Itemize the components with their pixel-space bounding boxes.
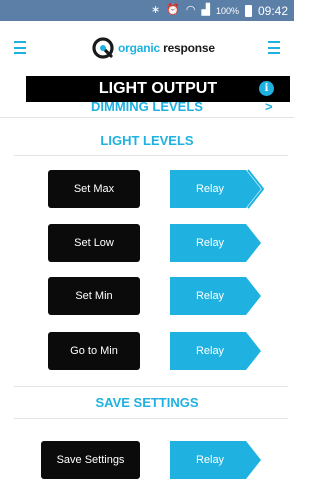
section-dimming-levels-label: DIMMING LEVELS (91, 102, 203, 114)
app-header: organic response (0, 21, 294, 76)
relay-button[interactable]: Relay (170, 439, 264, 481)
battery-percent: 100% (215, 5, 239, 16)
divider (14, 418, 288, 419)
set-max-button[interactable]: Set Max (48, 170, 140, 208)
info-icon[interactable]: i (259, 81, 274, 96)
logo-text-prefix: organic (118, 41, 160, 55)
signal-icon: ▟ (201, 4, 210, 16)
alarm-icon: ⏰ (166, 4, 180, 16)
light-level-row: Go to Min Relay (0, 332, 294, 372)
section-save-settings[interactable]: SAVE SETTINGS (0, 393, 294, 413)
menu-icon-right[interactable] (268, 41, 280, 54)
chevron-right-icon: > (265, 102, 273, 114)
relay-label: Relay (195, 454, 225, 466)
status-bar: ∗ ⏰ ◠ ▟ 100% 09:42 (0, 0, 294, 21)
battery-icon (244, 4, 252, 17)
save-settings-row: Save Settings Relay (0, 441, 294, 481)
section-light-levels[interactable]: LIGHT LEVELS (0, 131, 294, 151)
status-time: 09:42 (257, 3, 288, 18)
set-min-button[interactable]: Set Min (48, 277, 140, 315)
relay-label: Relay (195, 290, 225, 302)
brand-logo: organic response (92, 37, 215, 59)
divider (14, 155, 288, 156)
relay-button[interactable]: Relay (170, 222, 264, 264)
section-dimming-levels[interactable]: DIMMING LEVELS > (0, 102, 294, 118)
relay-label: Relay (195, 183, 225, 195)
go-to-min-button[interactable]: Go to Min (48, 332, 140, 370)
divider (14, 386, 288, 387)
logo-text-suffix: response (163, 41, 215, 55)
relay-button[interactable]: Relay (170, 275, 264, 317)
relay-label: Relay (195, 237, 225, 249)
page-title: LIGHT OUTPUT (26, 76, 290, 102)
relay-button[interactable]: Relay (170, 168, 264, 210)
save-settings-button[interactable]: Save Settings (41, 441, 140, 479)
light-level-row: Set Low Relay (0, 224, 294, 264)
logo-mark-icon (92, 37, 114, 59)
light-level-row: Set Max Relay (0, 168, 294, 210)
relay-label: Relay (195, 345, 225, 357)
bluetooth-icon: ∗ (150, 4, 161, 16)
set-low-button[interactable]: Set Low (48, 224, 140, 262)
logo-text: organic response (118, 41, 215, 55)
wifi-icon: ◠ (185, 4, 196, 16)
menu-icon-left[interactable] (14, 41, 26, 54)
relay-button[interactable]: Relay (170, 330, 264, 372)
light-level-row: Set Min Relay (0, 277, 294, 317)
